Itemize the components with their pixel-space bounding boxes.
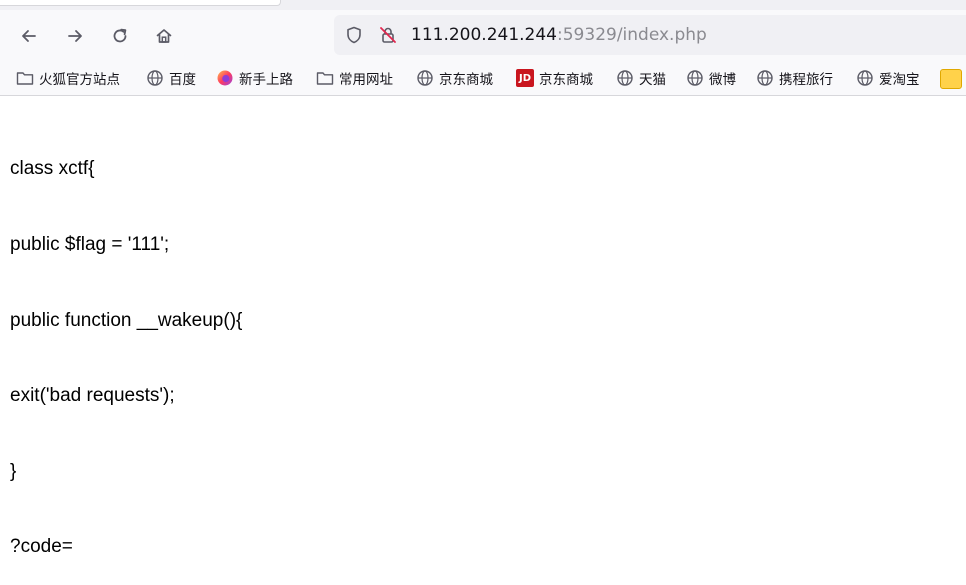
folder-icon	[16, 69, 34, 87]
jd-icon: JD	[516, 69, 534, 87]
bookmark-item[interactable]: 新手上路	[216, 67, 293, 89]
code-line: public function __wakeup(){	[10, 309, 243, 331]
code-line: }	[10, 460, 17, 482]
bookmark-label: 天猫	[639, 72, 666, 88]
bookmark-item[interactable]: 天猫	[616, 67, 666, 89]
globe-icon	[616, 69, 634, 87]
home-icon	[156, 29, 172, 43]
bookmark-item[interactable]: 爱淘宝	[856, 67, 920, 89]
back-button[interactable]	[13, 20, 45, 52]
url-path: :59329/index.php	[557, 25, 707, 45]
address-bar[interactable]: 111.200.241.244:59329/index.php	[334, 15, 966, 55]
globe-icon	[686, 69, 704, 87]
back-arrow-icon	[22, 30, 36, 42]
folder-icon	[316, 69, 334, 87]
bookmark-label: 爱淘宝	[879, 72, 920, 88]
bookmark-item[interactable]: 常用网址	[316, 67, 393, 89]
bookmark-item[interactable]: 携程旅行	[756, 67, 833, 89]
forward-arrow-icon	[68, 30, 82, 42]
code-line: public $flag = '111';	[10, 234, 170, 255]
reload-icon	[113, 28, 127, 43]
bookmark-item[interactable]: 微博	[686, 67, 736, 89]
insecure-lock-icon[interactable]	[378, 25, 398, 45]
bookmark-item[interactable]: 京东商城	[416, 67, 493, 89]
bookmark-label: 百度	[169, 72, 196, 88]
active-tab-edge[interactable]	[0, 0, 281, 6]
code-line: class xctf{	[10, 158, 95, 180]
forward-button[interactable]	[59, 20, 91, 52]
bookmark-item[interactable]: 火狐官方站点	[16, 67, 120, 89]
navigation-bar: 111.200.241.244:59329/index.php	[0, 10, 966, 62]
shield-icon[interactable]	[344, 25, 364, 45]
url-host: 111.200.241.244	[411, 25, 558, 45]
url-text[interactable]: 111.200.241.244:59329/index.php	[411, 24, 707, 46]
globe-icon	[856, 69, 874, 87]
globe-icon	[756, 69, 774, 87]
firefox-icon	[216, 69, 234, 87]
code-line: exit('bad requests');	[10, 385, 175, 407]
bookmark-label: 火狐官方站点	[39, 72, 120, 88]
globe-icon	[146, 69, 164, 87]
tab-strip	[0, 0, 966, 10]
reload-button[interactable]	[104, 20, 136, 52]
bookmark-label: 携程旅行	[779, 72, 833, 88]
bookmark-label: 新手上路	[239, 72, 293, 88]
bookmark-item[interactable]: JD 京东商城	[516, 67, 593, 89]
bookmark-label: 京东商城	[539, 72, 593, 88]
bookmark-label: 常用网址	[339, 72, 393, 88]
bookmark-label: 京东商城	[439, 72, 493, 88]
bookmarks-overflow-icon[interactable]	[940, 69, 962, 89]
globe-icon	[416, 69, 434, 87]
bookmarks-toolbar: 火狐官方站点 百度 新手上路 常用网址 京东商城 JD 京东商城 天猫 微博 携…	[0, 62, 966, 96]
code-line: ?code=	[10, 536, 73, 558]
home-button[interactable]	[148, 20, 180, 52]
bookmark-item[interactable]: 百度	[146, 67, 196, 89]
page-content: class xctf{ public $flag = '111'; public…	[10, 106, 242, 585]
bookmark-label: 微博	[709, 72, 736, 88]
